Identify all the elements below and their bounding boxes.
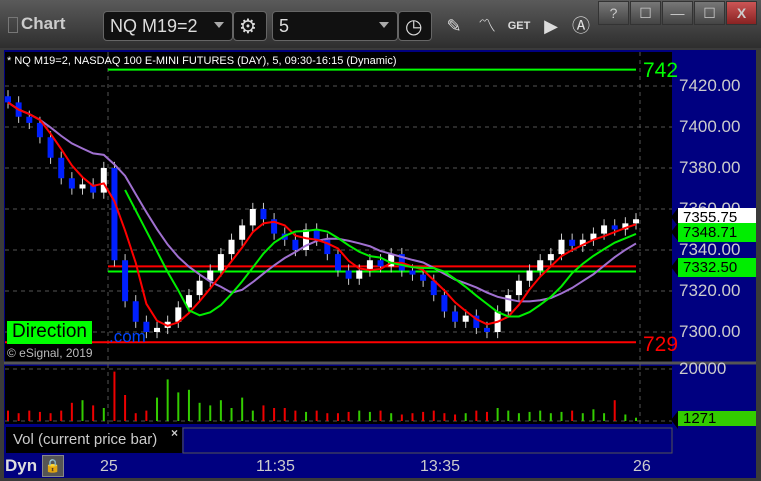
candle <box>36 122 43 138</box>
candle <box>462 315 469 322</box>
candle <box>228 239 235 255</box>
candle <box>601 225 608 234</box>
candle <box>558 239 565 255</box>
y-tick: 7420.00 <box>679 76 741 95</box>
candle <box>47 137 54 158</box>
bottom-level-label: 729 <box>643 333 679 356</box>
candle <box>313 229 320 240</box>
candle <box>68 178 75 189</box>
y-tick: 7400.00 <box>679 117 741 136</box>
direction-suffix: .com <box>109 327 146 346</box>
volume-tag: 1271 <box>671 411 756 429</box>
candle <box>26 116 33 123</box>
direction-watermark: Direction <box>7 321 92 344</box>
candle <box>217 254 224 271</box>
y-tick: 7380.00 <box>679 158 741 177</box>
candle <box>260 209 267 220</box>
volume-label-strip <box>182 427 673 454</box>
candle <box>409 270 416 275</box>
dynamic-mode-label[interactable]: Dyn <box>5 456 37 476</box>
candle <box>345 270 352 279</box>
candle <box>515 280 522 296</box>
copyright: © eSignal, 2019 <box>7 346 93 360</box>
y-tick: 7340.00 <box>679 240 741 259</box>
candle <box>441 295 448 312</box>
candle <box>132 301 139 322</box>
candle <box>547 254 554 261</box>
candle <box>58 157 65 179</box>
candle <box>569 239 576 246</box>
candle <box>154 327 161 332</box>
candle <box>239 225 246 240</box>
candle <box>79 184 86 189</box>
candle <box>356 270 363 279</box>
candle <box>377 260 384 267</box>
volume-study-label: Vol (current price bar) <box>6 427 182 453</box>
candle <box>537 260 544 271</box>
candle <box>633 219 639 224</box>
candle <box>452 311 459 322</box>
candle <box>505 295 512 312</box>
x-tick: 13:35 <box>420 458 461 475</box>
candle <box>111 168 118 261</box>
candle <box>483 327 490 332</box>
ma-price-tag: 7348.71 <box>671 223 756 242</box>
x-tick: 26 <box>633 458 651 475</box>
candle <box>420 274 427 281</box>
x-tick: 11:35 <box>256 458 295 475</box>
candle <box>611 225 618 230</box>
candle <box>292 239 299 250</box>
price-pane <box>5 52 672 362</box>
candle <box>122 260 129 302</box>
candle <box>249 209 256 226</box>
y-tick: 7320.00 <box>679 281 741 300</box>
y-tick: 7300.00 <box>679 322 741 341</box>
close-study-icon[interactable]: × <box>171 426 178 440</box>
chart-header: * NQ M19=2, NASDAQ 100 E-MINI FUTURES (D… <box>7 55 397 67</box>
top-level-label: 742 <box>643 59 679 82</box>
candle <box>5 96 11 103</box>
candle <box>334 254 341 271</box>
level-price-tag: 7332.50 <box>671 258 756 277</box>
volume-axis-label: 20000 <box>679 359 727 378</box>
x-tick: 25 <box>100 458 118 475</box>
candle <box>196 280 203 296</box>
candle <box>526 270 533 281</box>
candle <box>100 168 107 193</box>
lock-icon[interactable]: 🔒 <box>42 455 64 477</box>
